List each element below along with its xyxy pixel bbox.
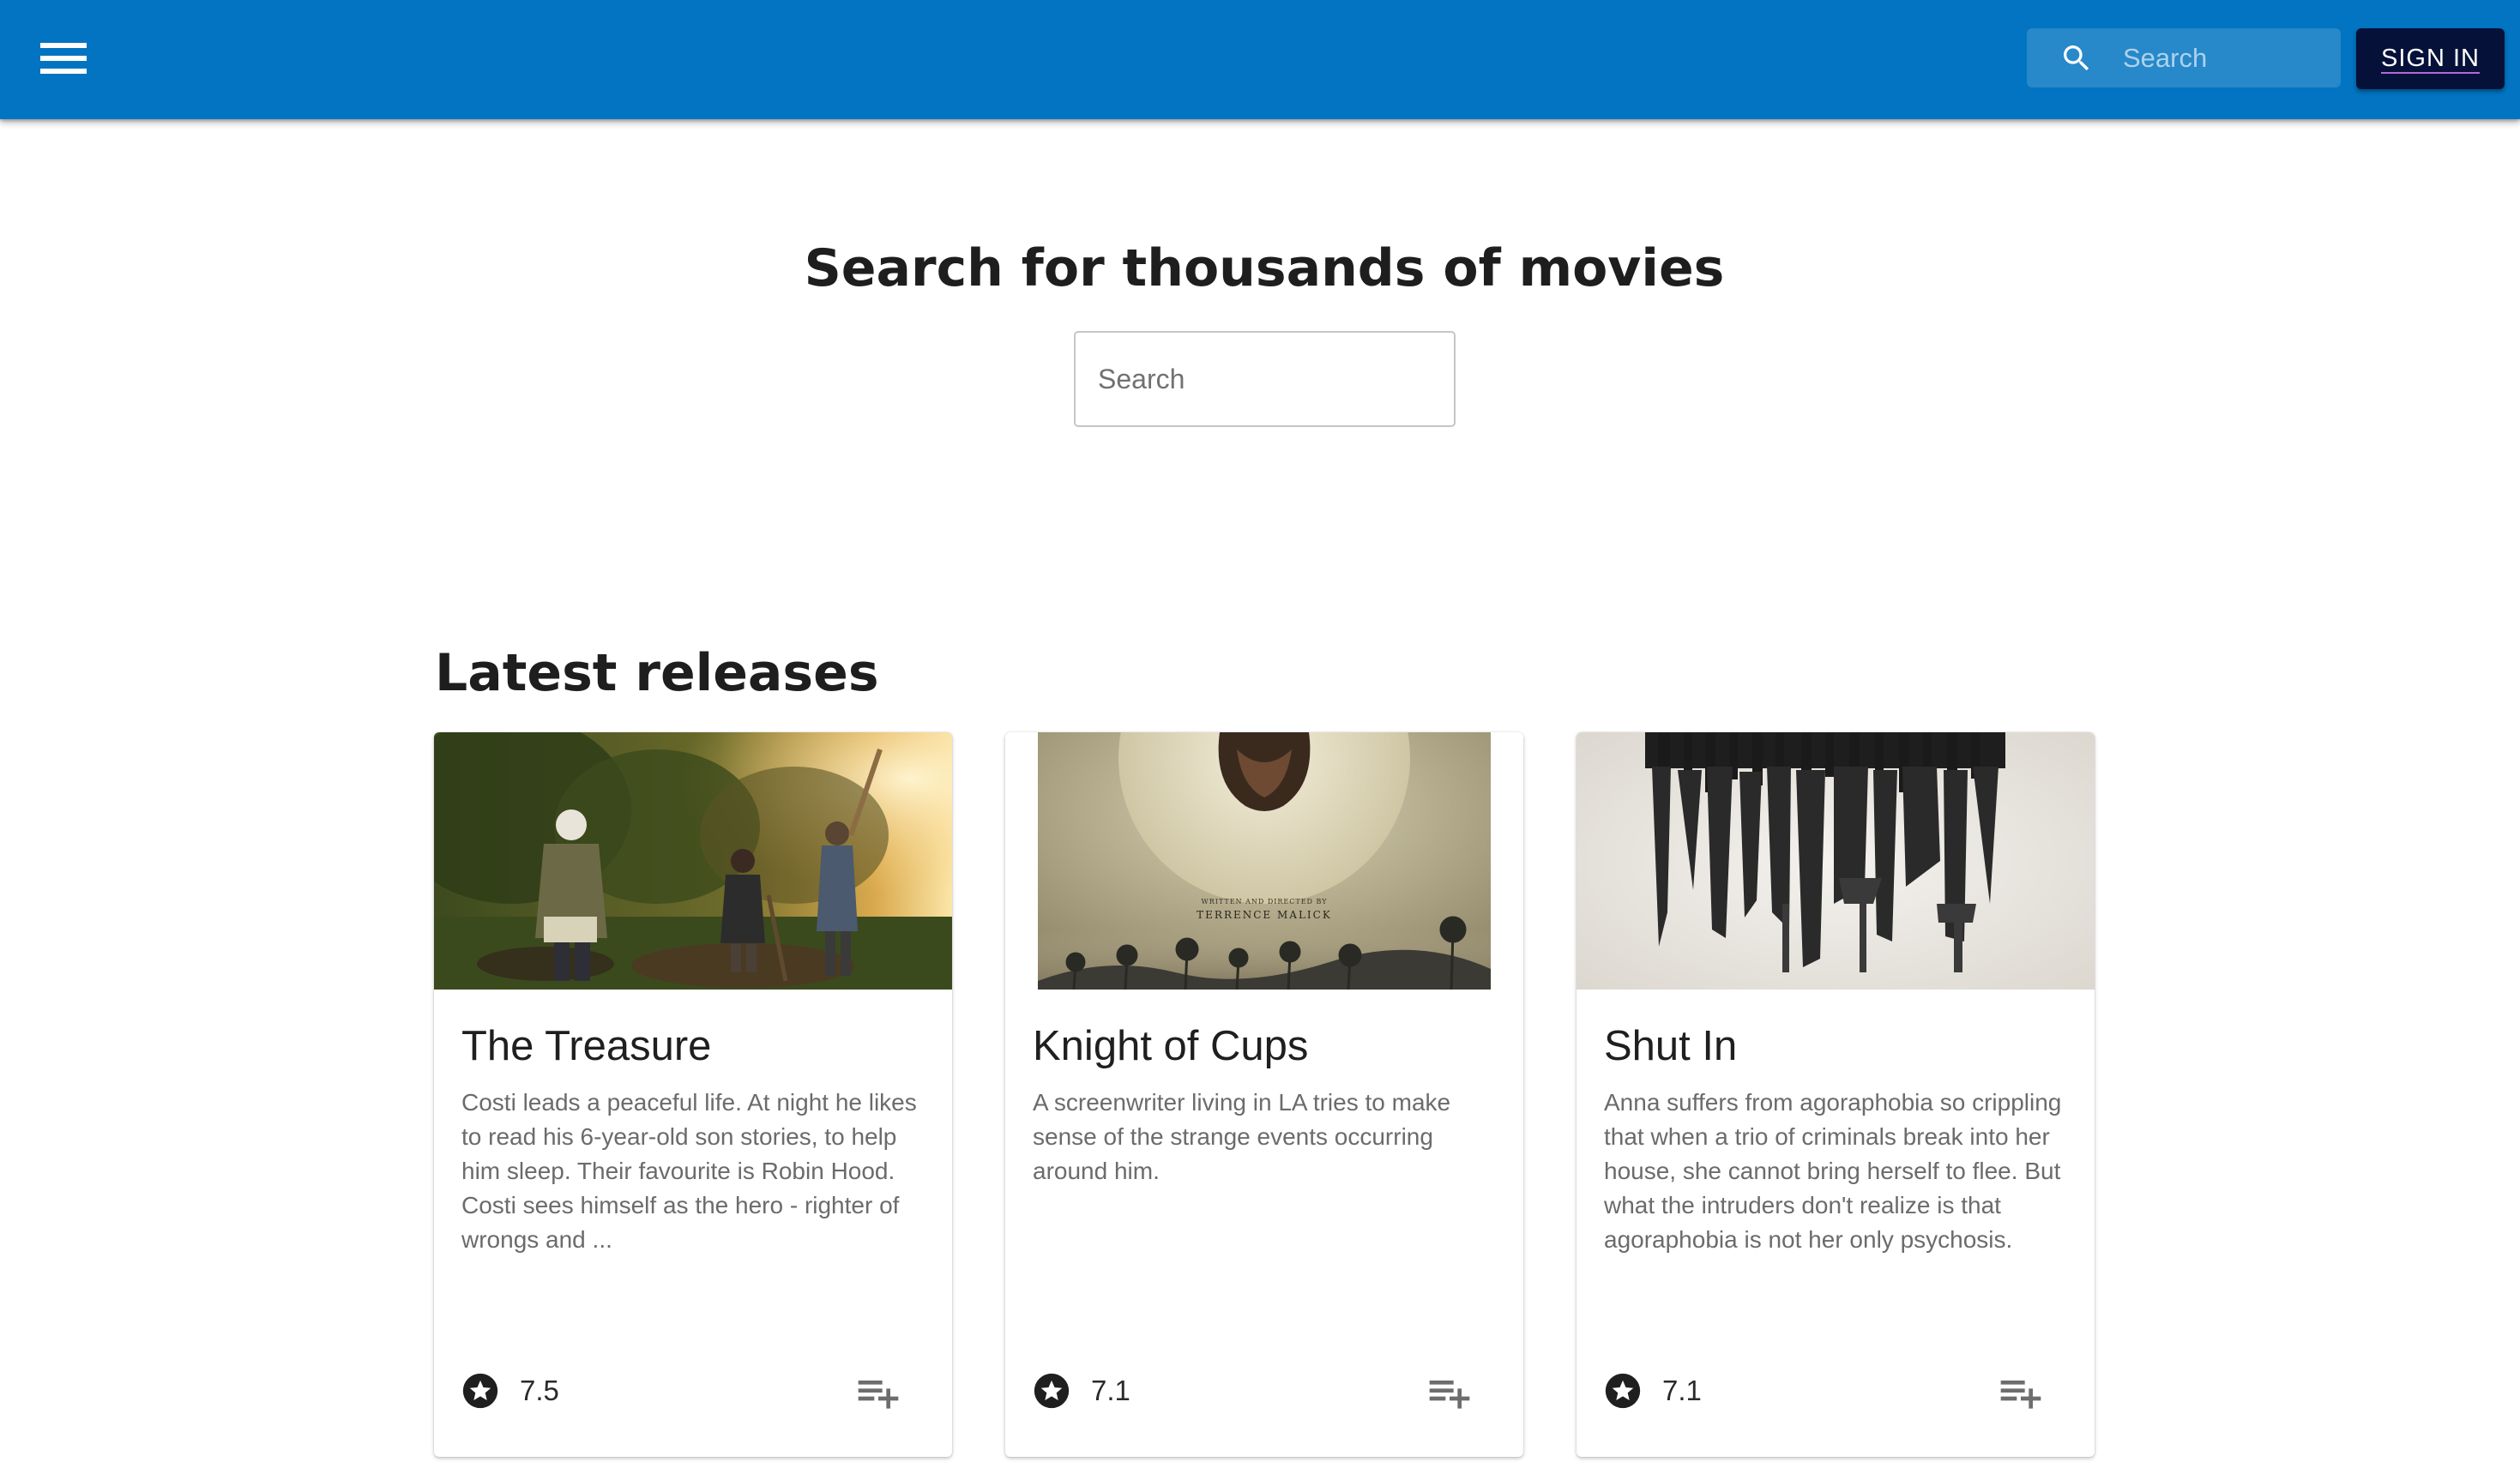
poster-director-name: TERRENCE MALICK	[1197, 909, 1332, 921]
latest-releases-title: Latest releases	[435, 643, 879, 703]
movie-backdrop	[1577, 732, 2095, 990]
movie-card-shut-in[interactable]: Shut In Anna suffers from agoraphobia so…	[1577, 732, 2095, 1457]
movie-search-input[interactable]	[1074, 331, 1456, 427]
header-search[interactable]	[2027, 28, 2341, 87]
star-icon	[1605, 1373, 1641, 1409]
menu-icon-line	[40, 43, 87, 48]
app-bar: SIGN IN	[0, 0, 2520, 119]
movie-title[interactable]: Shut In	[1604, 1012, 1737, 1080]
hero-title: Search for thousands of movies	[804, 238, 1725, 298]
movie-card-the-treasure[interactable]: The Treasure Costi leads a peaceful life…	[434, 732, 952, 1457]
sign-in-button[interactable]: SIGN IN	[2356, 28, 2505, 89]
movie-description: A screenwriter living in LA tries to mak…	[1033, 1089, 1451, 1184]
header-search-input[interactable]	[2123, 28, 2329, 87]
movie-poster: WRITTEN AND DIRECTED BY TERRENCE MALICK	[1005, 732, 1523, 990]
movie-backdrop	[434, 732, 952, 990]
movie-card-knight-of-cups[interactable]: WRITTEN AND DIRECTED BY TERRENCE MALICK …	[1005, 732, 1523, 1457]
menu-icon-line	[40, 56, 87, 61]
movie-description: Anna suffers from agoraphobia so crippli…	[1604, 1089, 2062, 1253]
playlist-add-icon[interactable]	[1426, 1369, 1474, 1417]
movie-title[interactable]: The Treasure	[461, 1012, 711, 1080]
rating-value: 7.1	[1091, 1375, 1130, 1406]
movie-title[interactable]: Knight of Cups	[1033, 1012, 1308, 1080]
rating-value: 7.1	[1662, 1375, 1702, 1406]
playlist-add-icon[interactable]	[854, 1369, 902, 1417]
rating-value: 7.5	[520, 1375, 559, 1406]
poster-credit-line: WRITTEN AND DIRECTED BY	[1201, 898, 1327, 905]
menu-icon[interactable]	[22, 27, 105, 89]
star-icon	[462, 1373, 498, 1409]
menu-icon-line	[40, 69, 87, 74]
playlist-add-icon[interactable]	[1997, 1369, 2045, 1417]
movie-description: Costi leads a peaceful life. At night he…	[461, 1089, 917, 1253]
search-icon	[2064, 45, 2089, 71]
star-icon	[1034, 1373, 1070, 1409]
